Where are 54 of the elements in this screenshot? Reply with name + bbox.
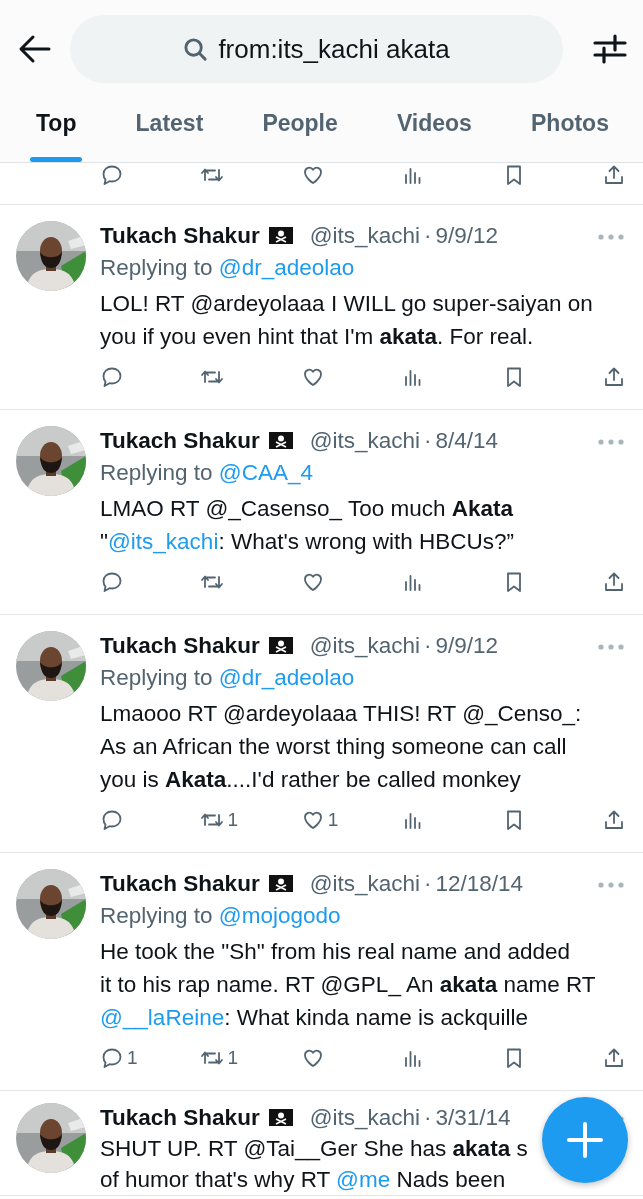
reply-icon[interactable] bbox=[100, 570, 124, 594]
user-name[interactable]: Tukach Shakur bbox=[100, 633, 260, 659]
action-count: 1 bbox=[227, 1047, 238, 1069]
reply-icon[interactable] bbox=[100, 365, 124, 389]
tab[interactable]: Photos bbox=[525, 98, 615, 162]
tweet-text: Lmaooo RT @ardeyolaaa THIS! RT @_Censo_: As an African the worst thing someone can call you is Akata....I'd rather be called monkey bbox=[100, 700, 582, 794]
action-count: 1 bbox=[327, 809, 339, 831]
tab[interactable]: Videos bbox=[390, 98, 478, 162]
compose-button[interactable] bbox=[542, 1097, 628, 1183]
pirate-flag-icon bbox=[267, 226, 294, 246]
user-handle[interactable]: @its_kachi bbox=[309, 633, 421, 659]
separator-dot: · bbox=[424, 223, 432, 249]
user-name[interactable]: Tukach Shakur bbox=[100, 223, 260, 249]
tweet-text: SHUT UP. RT @Tai__Ger She has akata s of humor that's why RT @me Nads been bbox=[100, 1135, 528, 1194]
replying-label: Replying to bbox=[100, 460, 213, 486]
tab[interactable]: Latest bbox=[129, 98, 210, 162]
pirate-flag-icon bbox=[267, 1108, 294, 1128]
user-handle[interactable]: @its_kachi bbox=[309, 223, 421, 249]
separator-dot: · bbox=[424, 1105, 432, 1131]
reply-icon[interactable] bbox=[100, 808, 124, 832]
tweet-text: LOL! RT @ardeyolaaa I WILL go super-saiyan on you if you even hint that I'm akata. For real. bbox=[100, 290, 593, 351]
plus-icon bbox=[565, 1120, 605, 1160]
search-icon bbox=[183, 36, 209, 62]
filter-icon[interactable] bbox=[593, 32, 627, 66]
tweet-date: 3/31/14 bbox=[435, 1105, 511, 1131]
tweet-date: 12/18/14 bbox=[435, 871, 524, 897]
tweet-date: 9/9/12 bbox=[435, 633, 499, 659]
search-field[interactable]: from:its_kachi akata bbox=[70, 15, 563, 83]
tab[interactable]: Top bbox=[30, 98, 83, 162]
user-name[interactable]: Tukach Shakur bbox=[100, 1105, 260, 1131]
tweet-text: He took the "Sh" from his real name and added it to his rap name. RT @GPL_ An akata name RT @__laReine: What kinda name is ackquille bbox=[100, 938, 596, 1032]
user-handle[interactable]: @its_kachi bbox=[309, 871, 421, 897]
user-handle[interactable]: @its_kachi bbox=[309, 1105, 421, 1131]
pirate-flag-icon bbox=[267, 636, 294, 656]
action-count: 1 bbox=[127, 1047, 138, 1069]
pirate-flag-icon bbox=[267, 874, 294, 894]
action-count: 1 bbox=[227, 809, 238, 831]
user-handle[interactable]: @its_kachi bbox=[309, 428, 421, 454]
replying-label: Replying to bbox=[100, 903, 213, 929]
user-name[interactable]: Tukach Shakur bbox=[100, 871, 260, 897]
reply-icon[interactable] bbox=[100, 163, 124, 187]
separator-dot: · bbox=[424, 871, 432, 897]
reply-icon[interactable] bbox=[100, 1046, 124, 1070]
replying-label: Replying to bbox=[100, 255, 213, 281]
tweet-text: LMAO RT @_Casenso_ Too much Akata "@its_kachi: What's wrong with HBCUs?” bbox=[100, 495, 514, 556]
tweet-date: 9/9/12 bbox=[435, 223, 499, 249]
pirate-flag-icon bbox=[267, 431, 294, 451]
separator-dot: · bbox=[424, 633, 432, 659]
back-arrow-icon[interactable] bbox=[18, 34, 52, 64]
user-name[interactable]: Tukach Shakur bbox=[100, 428, 260, 454]
tab[interactable]: People bbox=[256, 98, 344, 162]
tweet-date: 8/4/14 bbox=[435, 428, 499, 454]
replying-label: Replying to bbox=[100, 665, 213, 691]
separator-dot: · bbox=[424, 428, 432, 454]
